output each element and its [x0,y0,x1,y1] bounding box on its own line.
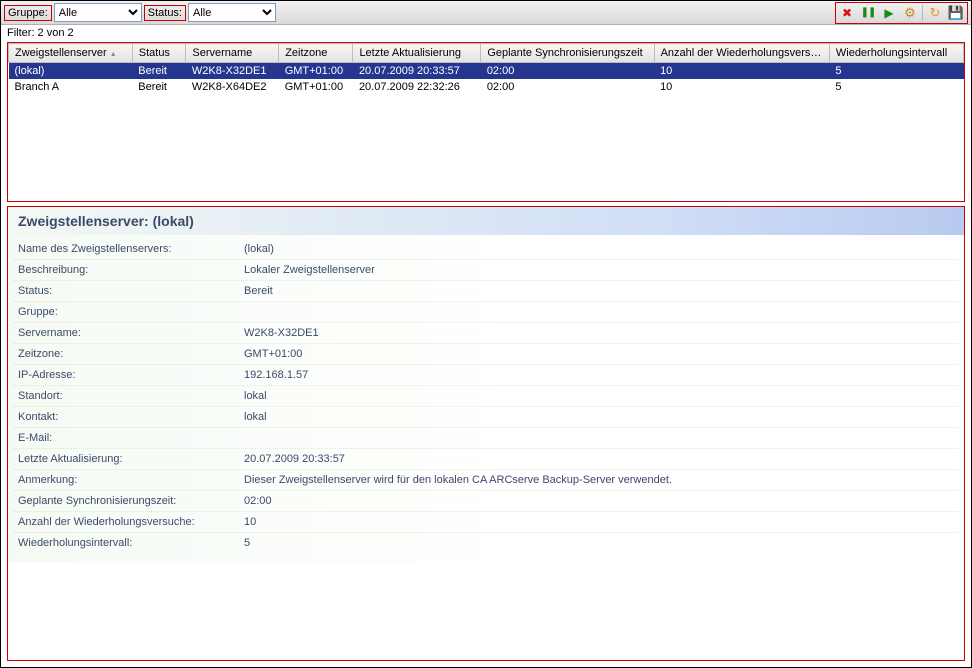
group-select[interactable]: Alle [54,3,142,22]
table-cell: (lokal) [9,63,133,80]
table-cell: 02:00 [481,79,654,95]
toolbar-filters: Gruppe: Alle Status: Alle [4,3,276,22]
detail-row: Gruppe: [14,302,958,323]
table-cell: Bereit [132,63,186,80]
table-cell: GMT+01:00 [279,63,353,80]
detail-label: Zeitzone: [18,348,244,360]
detail-value: 02:00 [244,495,272,507]
refresh-icon[interactable]: ↻ [926,4,944,22]
col-retry-count[interactable]: Anzahl der Wiederholungsversuche [654,44,829,63]
detail-label: Wiederholungsintervall: [18,537,244,549]
group-label: Gruppe: [4,5,52,21]
filter-count: Filter: 2 von 2 [1,25,971,42]
detail-title: Zweigstellenserver: (lokal) [8,207,964,235]
detail-row: Geplante Synchronisierungszeit:02:00 [14,491,958,512]
detail-label: Status: [18,285,244,297]
detail-label: Name des Zweigstellenservers: [18,243,244,255]
col-timezone[interactable]: Zeitzone [279,44,353,63]
detail-value: Dieser Zweigstellenserver wird für den l… [244,474,672,486]
detail-value: 20.07.2009 20:33:57 [244,453,345,465]
detail-row: Letzte Aktualisierung:20.07.2009 20:33:5… [14,449,958,470]
detail-row: Servername:W2K8-X32DE1 [14,323,958,344]
detail-row: Zeitzone:GMT+01:00 [14,344,958,365]
detail-value: 5 [244,537,250,549]
play-icon[interactable]: ▶ [880,4,898,22]
server-grid: Zweigstellenserver▲ Status Servername Ze… [7,42,965,202]
detail-label: Geplante Synchronisierungszeit: [18,495,244,507]
detail-label: Letzte Aktualisierung: [18,453,244,465]
server-table: Zweigstellenserver▲ Status Servername Ze… [8,43,964,95]
col-branch-server[interactable]: Zweigstellenserver▲ [9,44,133,63]
table-cell: W2K8-X32DE1 [186,63,279,80]
detail-value: (lokal) [244,243,274,255]
table-cell: 10 [654,63,829,80]
detail-row: Wiederholungsintervall:5 [14,533,958,553]
table-cell: 5 [829,63,963,80]
detail-label: Standort: [18,390,244,402]
detail-value: 10 [244,516,256,528]
table-row[interactable]: (lokal)BereitW2K8-X32DE1GMT+01:0020.07.2… [9,63,964,80]
detail-value: lokal [244,411,267,423]
table-cell: Bereit [132,79,186,95]
detail-value: Bereit [244,285,273,297]
detail-label: Gruppe: [18,306,244,318]
table-row[interactable]: Branch ABereitW2K8-X64DE2GMT+01:0020.07.… [9,79,964,95]
detail-value: W2K8-X32DE1 [244,327,319,339]
detail-row: E-Mail: [14,428,958,449]
save-icon[interactable]: 💾 [947,4,965,22]
detail-value: 192.168.1.57 [244,369,308,381]
config-icon[interactable]: ⚙ [901,4,919,22]
table-cell: 5 [829,79,963,95]
col-scheduled-sync[interactable]: Geplante Synchronisierungszeit [481,44,654,63]
status-label: Status: [144,5,186,21]
col-servername[interactable]: Servername [186,44,279,63]
table-cell: Branch A [9,79,133,95]
detail-value: Lokaler Zweigstellenserver [244,264,375,276]
status-select[interactable]: Alle [188,3,276,22]
table-cell: GMT+01:00 [279,79,353,95]
col-retry-interval[interactable]: Wiederholungsintervall [829,44,963,63]
toolbar-separator [922,5,923,21]
toolbar: Gruppe: Alle Status: Alle ✖ ❚❚ ▶ ⚙ ↻ 💾 [1,1,971,25]
detail-panel: Zweigstellenserver: (lokal) Name des Zwe… [7,206,965,661]
col-status[interactable]: Status [132,44,186,63]
detail-row: Anmerkung:Dieser Zweigstellenserver wird… [14,470,958,491]
table-cell: 20.07.2009 20:33:57 [353,63,481,80]
detail-label: Beschreibung: [18,264,244,276]
table-cell: W2K8-X64DE2 [186,79,279,95]
app-window: Gruppe: Alle Status: Alle ✖ ❚❚ ▶ ⚙ ↻ 💾 F… [0,0,972,668]
pause-icon[interactable]: ❚❚ [859,4,877,22]
col-last-update[interactable]: Letzte Aktualisierung [353,44,481,63]
detail-value: lokal [244,390,267,402]
detail-row: Standort:lokal [14,386,958,407]
table-cell: 02:00 [481,63,654,80]
detail-value: GMT+01:00 [244,348,302,360]
toolbar-buttons: ✖ ❚❚ ▶ ⚙ ↻ 💾 [835,2,968,24]
table-cell: 10 [654,79,829,95]
detail-row: Status:Bereit [14,281,958,302]
detail-row: Kontakt:lokal [14,407,958,428]
table-cell: 20.07.2009 22:32:26 [353,79,481,95]
detail-label: Anzahl der Wiederholungsversuche: [18,516,244,528]
detail-label: Kontakt: [18,411,244,423]
detail-body: Name des Zweigstellenservers:(lokal)Besc… [8,235,964,563]
table-header-row: Zweigstellenserver▲ Status Servername Ze… [9,44,964,63]
delete-icon[interactable]: ✖ [838,4,856,22]
detail-label: IP-Adresse: [18,369,244,381]
detail-row: Anzahl der Wiederholungsversuche:10 [14,512,958,533]
detail-row: Beschreibung:Lokaler Zweigstellenserver [14,260,958,281]
detail-label: E-Mail: [18,432,244,444]
detail-row: IP-Adresse:192.168.1.57 [14,365,958,386]
detail-label: Servername: [18,327,244,339]
detail-row: Name des Zweigstellenservers:(lokal) [14,239,958,260]
detail-label: Anmerkung: [18,474,244,486]
